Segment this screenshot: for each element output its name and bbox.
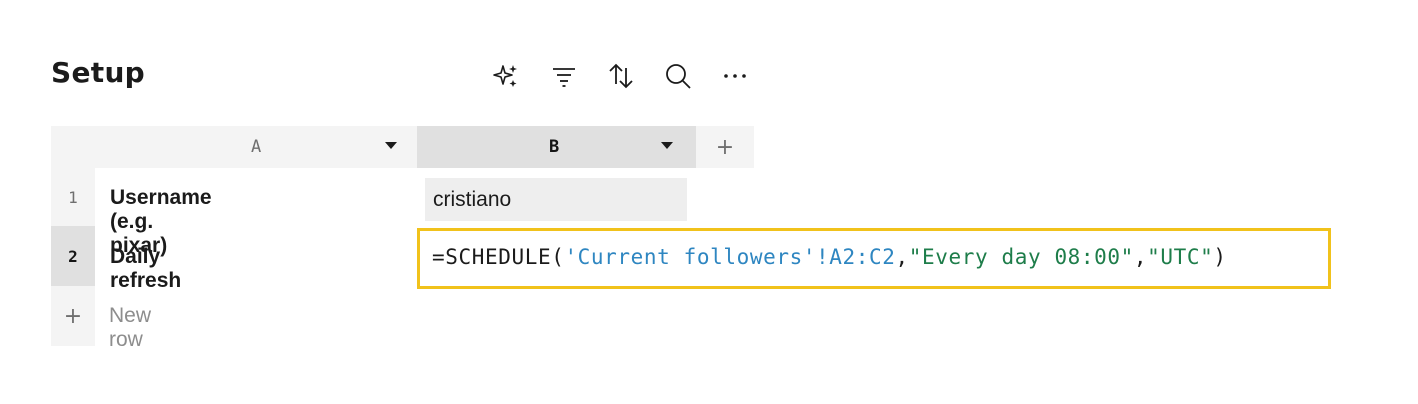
column-header-label: A xyxy=(251,137,262,157)
formula-separator: , xyxy=(1133,245,1148,269)
formula-closing-paren: ) xyxy=(1213,245,1227,269)
more-icon xyxy=(724,74,746,78)
search-button[interactable] xyxy=(660,58,696,94)
filter-button[interactable] xyxy=(546,58,582,94)
column-header-a[interactable]: A xyxy=(95,126,417,168)
sort-icon xyxy=(609,63,633,89)
column-header-b[interactable]: B xyxy=(417,126,695,168)
chevron-down-icon[interactable] xyxy=(661,142,673,149)
page-title: Setup xyxy=(51,56,146,89)
sort-button[interactable] xyxy=(603,58,639,94)
chevron-down-icon[interactable] xyxy=(385,142,397,149)
search-icon xyxy=(666,64,691,89)
row-number[interactable]: 2 xyxy=(51,227,95,286)
formula-separator: , xyxy=(895,245,909,269)
plus-icon: + xyxy=(715,134,735,160)
sparkle-ai-icon xyxy=(493,65,517,87)
username-value-cell[interactable]: cristiano xyxy=(425,178,687,221)
more-options-button[interactable] xyxy=(717,58,753,94)
plus-icon: + xyxy=(63,303,83,329)
add-column-button[interactable]: + xyxy=(695,126,754,168)
row-label-cell[interactable]: Daily refresh xyxy=(110,245,181,293)
add-row-button[interactable]: + xyxy=(51,286,95,346)
new-row-label[interactable]: New row xyxy=(109,304,151,352)
row-number[interactable]: 1 xyxy=(51,168,95,227)
filter-icon xyxy=(553,68,575,87)
formula-reference: 'Current followers'!A2:C2 xyxy=(564,245,896,269)
formula-string-arg: "UTC" xyxy=(1147,245,1214,269)
formula-string-arg: "Every day 08:00" xyxy=(908,245,1134,269)
formula-cell[interactable]: =SCHEDULE('Current followers'!A2:C2,"Eve… xyxy=(417,228,1331,289)
column-header-label: B xyxy=(549,137,560,157)
ai-assistant-button[interactable] xyxy=(488,58,524,94)
header-corner xyxy=(51,126,95,168)
formula-function: =SCHEDULE( xyxy=(432,245,565,269)
